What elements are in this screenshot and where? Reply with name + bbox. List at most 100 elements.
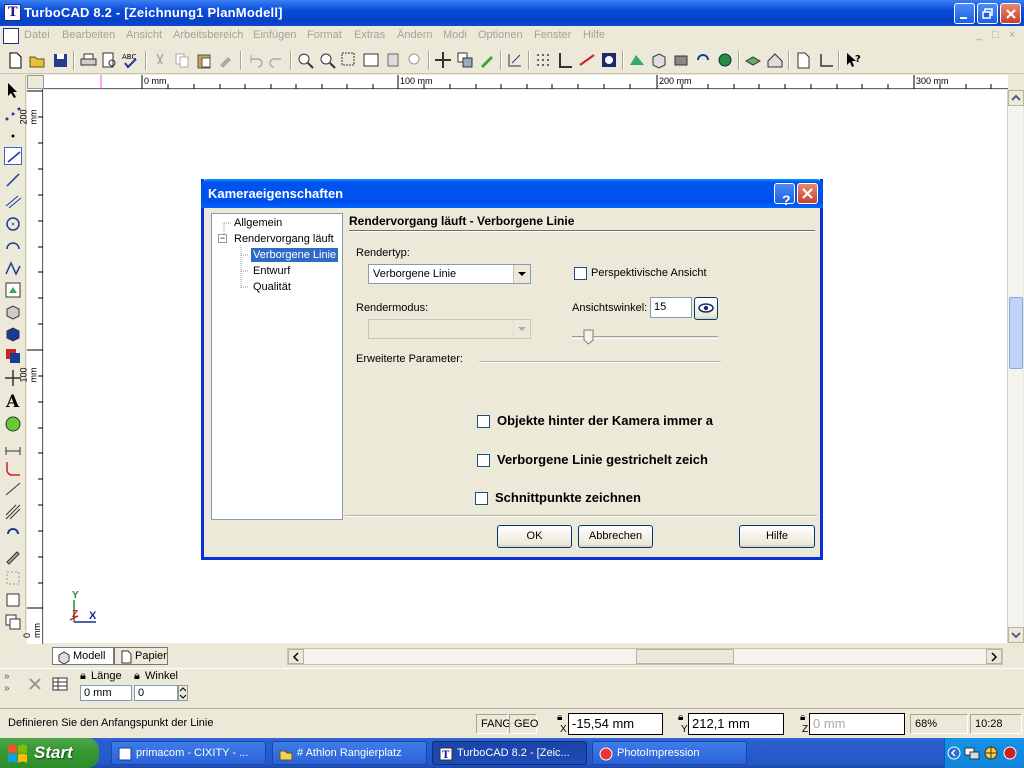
tab-papier[interactable]: Papier bbox=[114, 647, 168, 665]
spellcheck-icon[interactable]: ABC bbox=[121, 51, 139, 69]
print-preview-icon[interactable] bbox=[100, 51, 118, 69]
turbocad-app-icon[interactable] bbox=[4, 4, 21, 21]
save-icon[interactable] bbox=[51, 51, 69, 69]
network-icon[interactable] bbox=[964, 745, 980, 761]
menu-einfuegen[interactable]: Einfügen bbox=[253, 29, 296, 41]
3d-modify-icon[interactable] bbox=[4, 325, 22, 343]
snap-mode-fang[interactable]: FANG bbox=[476, 714, 511, 734]
x-lock-icon[interactable]: 🔒︎ bbox=[557, 712, 562, 723]
zoom-extents-icon[interactable] bbox=[362, 51, 380, 69]
menu-extras[interactable]: Extras bbox=[354, 29, 385, 41]
render-icon[interactable] bbox=[600, 51, 618, 69]
menu-aendern[interactable]: Ändern bbox=[397, 29, 432, 41]
angle-lock-icon[interactable]: 🔒︎ bbox=[134, 670, 140, 683]
rendertyp-dropdown-button[interactable] bbox=[513, 265, 530, 283]
taskbar-item-turbocad[interactable]: T TurboCAD 8.2 - [Zeic... bbox=[432, 741, 587, 765]
move-icon[interactable] bbox=[434, 51, 452, 69]
menu-arbeitsbereich[interactable]: Arbeitsbereich bbox=[173, 29, 243, 41]
scroll-left-button[interactable] bbox=[288, 649, 304, 664]
document-icon[interactable] bbox=[3, 28, 19, 44]
x-coordinate-field[interactable]: -15,54 mm bbox=[568, 713, 663, 735]
snap-icon[interactable] bbox=[506, 51, 524, 69]
inspector-grip2-icon[interactable]: » bbox=[4, 683, 10, 694]
tree-item-verborgene-linie[interactable]: Verborgene Linie bbox=[251, 248, 339, 262]
hatch-icon[interactable] bbox=[4, 503, 22, 521]
scroll-up-button[interactable] bbox=[1008, 90, 1024, 106]
mdi-restore-icon[interactable]: □ bbox=[992, 29, 999, 41]
point-icon[interactable] bbox=[4, 127, 22, 145]
menu-ansicht[interactable]: Ansicht bbox=[126, 29, 162, 41]
coordinate-icon[interactable] bbox=[816, 51, 834, 69]
undo-icon[interactable] bbox=[246, 51, 264, 69]
app-title-bar[interactable]: TurboCAD 8.2 - [Zeichnung1 PlanModell] bbox=[0, 0, 1024, 26]
pencil-icon[interactable] bbox=[4, 547, 22, 565]
restore-button[interactable] bbox=[977, 3, 998, 24]
tree-item-allgemein[interactable]: Allgemein bbox=[234, 217, 282, 229]
page-icon[interactable] bbox=[794, 51, 812, 69]
copy-icon[interactable] bbox=[173, 51, 191, 69]
table-icon[interactable] bbox=[52, 677, 68, 691]
angle-spinner[interactable] bbox=[178, 685, 188, 701]
open-folder-icon[interactable] bbox=[28, 51, 46, 69]
zoom-previous-icon[interactable] bbox=[406, 51, 424, 69]
line-tool-icon[interactable] bbox=[4, 147, 22, 165]
rendermodus-dropdown-button[interactable] bbox=[513, 320, 530, 338]
curve-icon[interactable] bbox=[4, 259, 22, 277]
dialog-title-bar[interactable]: Kameraeigenschaften ? bbox=[201, 179, 823, 208]
length-input[interactable]: 0 mm bbox=[80, 685, 132, 701]
cancel-button[interactable]: Abbrechen bbox=[578, 525, 653, 548]
camera-view-icon[interactable] bbox=[672, 51, 690, 69]
dialog-close-button[interactable] bbox=[797, 183, 818, 204]
taskbar-item-athlon[interactable]: # Athlon Rangierplatz bbox=[272, 741, 427, 765]
horizontal-ruler[interactable]: 0 mm 100 mm 200 mm 300 mm bbox=[44, 75, 1008, 89]
zoom-page-icon[interactable] bbox=[384, 51, 402, 69]
paste-icon[interactable] bbox=[195, 51, 213, 69]
polyline-icon[interactable] bbox=[4, 171, 22, 189]
cancel-x-icon[interactable] bbox=[28, 677, 42, 691]
house-icon[interactable] bbox=[766, 51, 784, 69]
zoom-out-icon[interactable] bbox=[318, 51, 336, 69]
mdi-close-icon[interactable]: × bbox=[1009, 29, 1015, 41]
scroll-down-button[interactable] bbox=[1008, 627, 1024, 643]
format-painter-icon[interactable] bbox=[217, 51, 235, 69]
cut-icon[interactable] bbox=[151, 51, 169, 69]
select-arrow-icon[interactable] bbox=[4, 81, 22, 99]
zoom-window-icon[interactable] bbox=[340, 51, 358, 69]
group-icon[interactable] bbox=[456, 51, 474, 69]
minimize-button[interactable] bbox=[954, 3, 975, 24]
tab-modell[interactable]: Modell bbox=[52, 647, 114, 665]
tree-collapse-toggle[interactable]: − bbox=[218, 234, 227, 243]
dimension-icon[interactable] bbox=[4, 437, 22, 455]
arc-icon[interactable] bbox=[4, 237, 22, 255]
ruler-corner[interactable] bbox=[27, 75, 44, 89]
horizontal-scroll-thumb[interactable] bbox=[636, 649, 734, 664]
opt-dashed-hidden-checkbox[interactable] bbox=[477, 454, 490, 467]
vertical-scroll-thumb[interactable] bbox=[1009, 297, 1023, 369]
taskbar-item-photoimpression[interactable]: PhotoImpression bbox=[592, 741, 747, 765]
viewangle-input[interactable]: 15 bbox=[650, 297, 692, 318]
antivirus-icon[interactable] bbox=[1002, 745, 1018, 761]
grid-icon[interactable] bbox=[534, 51, 552, 69]
y-coordinate-field[interactable]: 212,1 mm bbox=[688, 713, 784, 735]
opt-behind-camera-checkbox[interactable] bbox=[477, 415, 490, 428]
help-button[interactable]: Hilfe bbox=[739, 525, 815, 548]
text-tool-icon[interactable]: A bbox=[4, 391, 22, 409]
menu-optionen[interactable]: Optionen bbox=[478, 29, 523, 41]
grid-snap-icon[interactable] bbox=[4, 569, 22, 587]
modify-line-icon[interactable] bbox=[4, 481, 22, 499]
geo-mode[interactable]: GEO bbox=[509, 714, 538, 734]
tree-item-qualitaet[interactable]: Qualität bbox=[253, 281, 291, 293]
ruler-snap-icon[interactable] bbox=[578, 51, 596, 69]
rendermodus-select[interactable] bbox=[368, 319, 531, 339]
edit-tool-icon[interactable] bbox=[478, 51, 496, 69]
3d-object-icon[interactable] bbox=[4, 303, 22, 321]
menu-datei[interactable]: Datei bbox=[24, 29, 50, 41]
menu-format[interactable]: Format bbox=[307, 29, 342, 41]
mdi-minimize-icon[interactable]: _ bbox=[976, 29, 982, 41]
redo-icon[interactable] bbox=[268, 51, 286, 69]
language-icon[interactable] bbox=[983, 745, 999, 761]
insert-object-icon[interactable] bbox=[4, 281, 22, 299]
perspective-checkbox[interactable] bbox=[574, 267, 587, 280]
layers-icon[interactable] bbox=[4, 613, 22, 631]
tree-item-entwurf[interactable]: Entwurf bbox=[253, 265, 290, 277]
